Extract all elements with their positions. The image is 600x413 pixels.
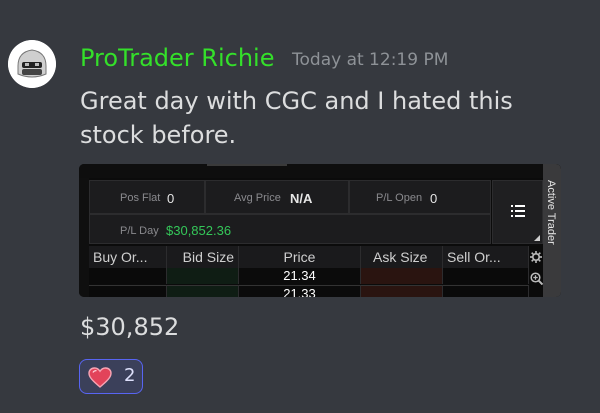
active-trader-tab[interactable]: Active Trader [545, 180, 557, 245]
followup-message-text: $30,852 [80, 313, 180, 341]
column-sell-orders[interactable]: Sell Or... [443, 246, 529, 268]
heart-reaction-button[interactable]: 2 [79, 359, 143, 394]
price-cell: 21.33 [239, 285, 361, 297]
pos-flat-cell: Pos Flat 0 [89, 180, 205, 214]
ask-size-cell[interactable] [361, 285, 443, 297]
bid-size-cell[interactable] [167, 268, 239, 284]
zoom-in-icon[interactable] [530, 272, 543, 285]
avg-price-value: N/A [290, 191, 313, 206]
buy-cell[interactable] [89, 268, 167, 284]
message-text: Great day with CGC and I hated this stoc… [80, 87, 513, 149]
ladder-row: 21.33 [89, 285, 529, 297]
column-price[interactable]: Price [239, 246, 361, 268]
ladder-row: 21.34 [89, 268, 529, 284]
pl-open-label: P/L Open [376, 192, 423, 204]
price-cell: 21.34 [239, 268, 361, 284]
menu-cell[interactable] [492, 180, 543, 244]
sell-cell[interactable] [443, 285, 529, 297]
sell-cell[interactable] [443, 268, 529, 284]
pl-day-cell: P/L Day $30,852.36 [89, 214, 491, 244]
list-menu-icon[interactable] [511, 205, 525, 217]
avatar[interactable] [8, 40, 56, 88]
ask-size-cell[interactable] [361, 268, 443, 284]
avg-price-label: Avg Price [234, 192, 281, 204]
ladder-tools [529, 246, 543, 297]
embedded-image[interactable]: Pos Flat 0 Avg Price N/A P/L Open 0 P/L … [79, 164, 561, 297]
gear-icon[interactable] [530, 251, 542, 263]
message-timestamp: Today at 12:19 PM [292, 50, 449, 70]
pl-day-value: $30,852.36 [166, 223, 232, 238]
avg-price-cell: Avg Price N/A [205, 180, 349, 214]
column-buy-orders[interactable]: Buy Or... [89, 246, 167, 268]
pos-flat-label: Pos Flat [120, 192, 161, 204]
reaction-count: 2 [124, 365, 136, 386]
buy-cell[interactable] [89, 285, 167, 297]
pl-open-value: 0 [430, 191, 438, 206]
robot-helmet-icon [8, 40, 56, 88]
pl-open-cell: P/L Open 0 [349, 180, 491, 214]
username[interactable]: ProTrader Richie [80, 44, 274, 72]
bid-size-cell[interactable] [167, 285, 239, 297]
heart-emoji-icon [88, 367, 112, 388]
embed-left-edge [79, 178, 89, 297]
column-ask-size[interactable]: Ask Size [361, 246, 443, 268]
pos-flat-value: 0 [167, 191, 175, 206]
column-bid-size[interactable]: Bid Size [167, 246, 239, 268]
resize-corner-icon [534, 235, 540, 241]
active-trader-sidebar[interactable]: Active Trader [543, 164, 561, 297]
ladder-header-row: Buy Or... Bid Size Price Ask Size Sell O… [89, 246, 529, 268]
pl-day-label: P/L Day [120, 225, 159, 237]
position-summary-panel: Pos Flat 0 Avg Price N/A P/L Open 0 P/L … [89, 180, 491, 244]
embed-top-bar [79, 164, 561, 178]
